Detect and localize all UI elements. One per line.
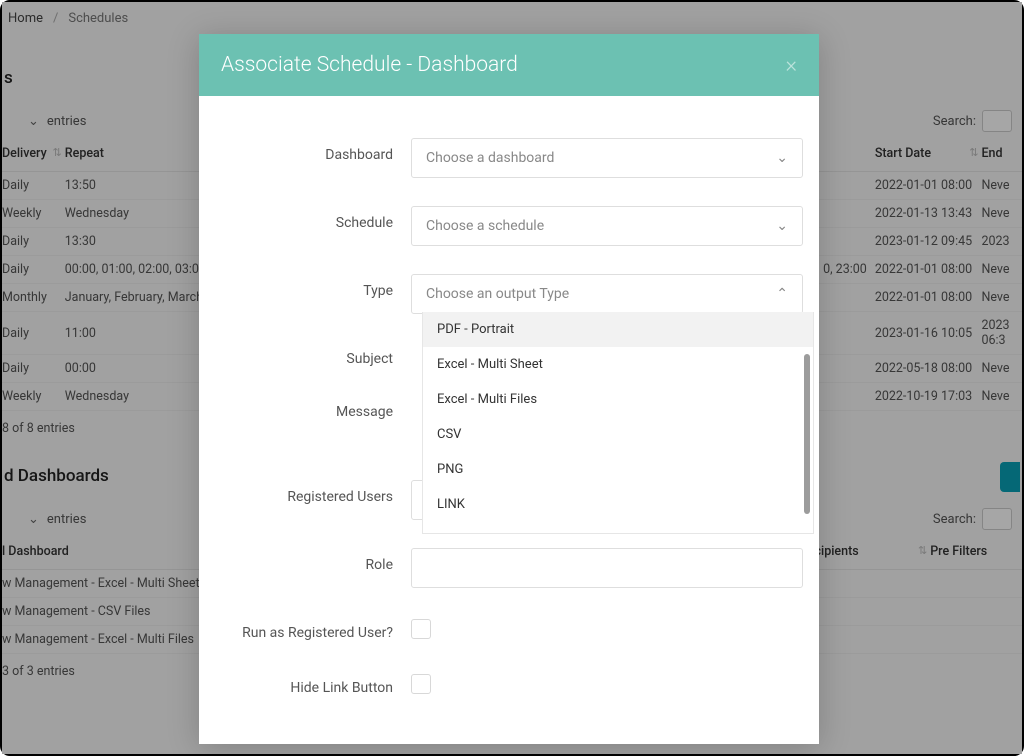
role-input[interactable] [411,548,803,588]
close-icon[interactable]: × [785,53,797,78]
modal-header: Associate Schedule - Dashboard × [199,34,819,96]
type-select[interactable]: Choose an output Type ⌃ [411,274,803,314]
label-subject: Subject [211,342,411,367]
type-option[interactable]: LINK [423,487,813,522]
type-option[interactable]: Excel - Multi Sheet [423,347,813,382]
label-message: Message [211,395,411,420]
type-option[interactable]: PNG [423,452,813,487]
dashboard-select-placeholder: Choose a dashboard [426,150,554,166]
type-option[interactable]: PDF - Portrait [423,312,813,347]
type-select-placeholder: Choose an output Type [426,286,569,302]
type-dropdown: PDF - PortraitExcel - Multi SheetExcel -… [422,312,814,534]
label-role: Role [211,548,411,573]
type-option[interactable]: Excel - Multi Files [423,382,813,417]
label-type: Type [211,274,411,299]
label-hide-link: Hide Link Button [211,671,411,696]
hide-link-checkbox[interactable] [411,674,431,694]
type-option[interactable]: CSV [423,417,813,452]
chevron-up-icon: ⌃ [776,286,788,302]
schedule-select-placeholder: Choose a schedule [426,218,544,234]
chevron-down-icon: ⌄ [776,218,788,234]
dashboard-select[interactable]: Choose a dashboard ⌄ [411,138,803,178]
label-run-as: Run as Registered User? [211,616,411,641]
schedule-select[interactable]: Choose a schedule ⌄ [411,206,803,246]
label-registered-users: Registered Users [211,480,411,505]
chevron-down-icon: ⌄ [776,150,788,166]
scrollbar-icon[interactable] [804,354,810,514]
label-dashboard: Dashboard [211,138,411,163]
modal-title: Associate Schedule - Dashboard [221,53,518,77]
label-schedule: Schedule [211,206,411,231]
run-as-checkbox[interactable] [411,619,431,639]
